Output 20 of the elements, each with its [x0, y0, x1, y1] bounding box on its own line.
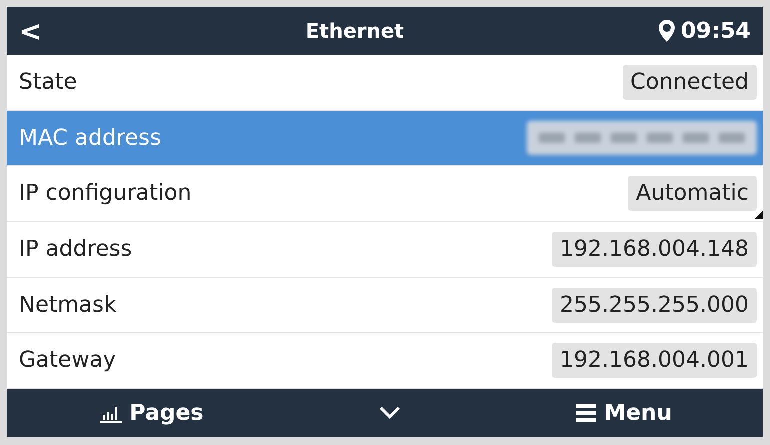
- value-field: Automatic: [628, 176, 757, 212]
- value-field: 192.168.004.001: [552, 343, 757, 378]
- back-button[interactable]: <: [19, 14, 79, 48]
- row-label: Gateway: [19, 348, 116, 374]
- page-title: Ethernet: [306, 19, 404, 43]
- value-field: 192.168.004.148: [552, 232, 757, 267]
- row-label: State: [19, 70, 78, 95]
- menu-button[interactable]: Menu: [570, 400, 678, 426]
- row-label: Netmask: [19, 292, 117, 318]
- row-label: IP address: [19, 236, 132, 262]
- settings-row[interactable]: Netmask 255.255.255.000: [7, 278, 763, 334]
- chevron-down-icon[interactable]: [379, 406, 401, 420]
- location-pin-icon: [658, 20, 675, 42]
- clock-time: 09:54: [680, 18, 751, 44]
- pages-button[interactable]: Pages: [92, 400, 210, 426]
- value-field: 255.255.255.000: [552, 288, 757, 323]
- row-label: MAC address: [19, 126, 162, 150]
- menu-icon: [576, 404, 596, 422]
- row-label: IP configuration: [19, 181, 192, 206]
- value-field: Connected: [622, 64, 757, 100]
